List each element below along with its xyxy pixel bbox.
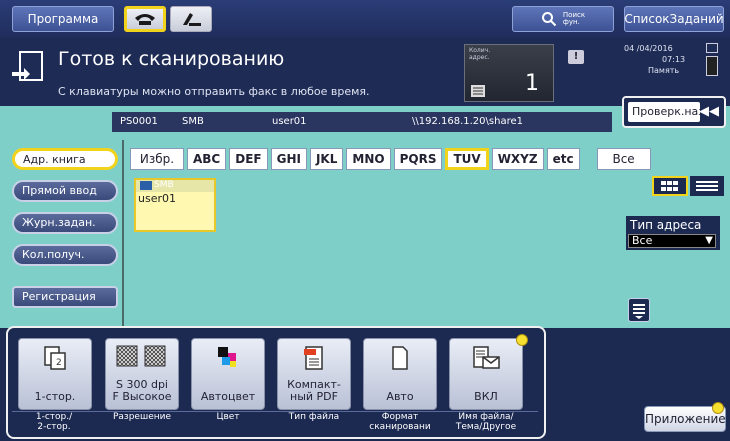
storage-icon <box>706 43 718 53</box>
scroll-menu-button[interactable] <box>628 298 650 322</box>
setting-scan-size[interactable]: Авто <box>363 338 437 410</box>
address-entry-type: SMB <box>154 180 174 190</box>
address-entry-header: SMB <box>136 180 214 192</box>
address-entry-name: user01 <box>138 192 176 205</box>
status-date: 04 /04/2016 <box>624 44 673 53</box>
setting-file-name[interactable]: ВКЛ <box>449 338 523 410</box>
destination-counter: Колич. адрес. 1 <box>464 44 554 102</box>
memory-label: Память <box>648 66 680 75</box>
index-favorites[interactable]: Избр. <box>130 148 184 170</box>
single-sided-icon: 2 <box>44 346 66 370</box>
address-type-select[interactable]: Все ▼ <box>628 234 716 248</box>
counter-label: Колич. адрес. <box>469 47 490 61</box>
email-document-icon <box>473 346 500 369</box>
destination-user: user01 <box>272 116 307 127</box>
setting-color-value: Автоцвет <box>200 390 256 403</box>
setting-color[interactable]: Автоцвет <box>191 338 265 410</box>
counter-label-line1: Колич. <box>469 47 491 54</box>
caption-file-name: Имя файла/ Тема/Другое <box>455 412 517 432</box>
caption-color: Цвет <box>216 412 240 422</box>
setting-scan-size-value: Авто <box>386 390 414 403</box>
svg-text:2: 2 <box>56 358 62 368</box>
search-label: Поиск фун. <box>563 12 585 26</box>
search-function-button[interactable]: Поиск фун. <box>512 6 614 32</box>
caption-scan-size: Формат сканировани <box>369 412 431 432</box>
index-etc[interactable]: etc <box>546 148 580 170</box>
check-destination-label: Проверк.назн. <box>628 102 700 122</box>
status-time: 07:13 <box>662 55 686 64</box>
index-mno[interactable]: MNO <box>346 148 391 170</box>
search-label-line2: фун. <box>562 18 580 26</box>
status-header: Готов к сканированию С клавиатуры можно … <box>0 38 730 106</box>
counter-label-line2: адрес. <box>469 54 490 61</box>
memory-gauge <box>706 56 718 76</box>
index-jkl[interactable]: JKL <box>309 148 344 170</box>
check-destination-button[interactable]: Проверк.назн. ◀◀ <box>622 96 726 128</box>
setting-sides[interactable]: 2 1-стор. <box>18 338 92 410</box>
status-subtitle: С клавиатуры можно отправить факс в любо… <box>58 85 370 98</box>
computer-icon <box>140 181 152 190</box>
grid-view-icon <box>661 181 678 191</box>
grid-view-button[interactable] <box>652 176 688 196</box>
setting-resolution[interactable]: S 300 dpi F Высокое <box>105 338 179 410</box>
setting-file-type-value: Компакт- ный PDF <box>287 378 341 403</box>
scan-document-icon <box>12 51 43 81</box>
status-title: Готов к сканированию <box>58 48 285 70</box>
fax-handset-icon <box>183 13 201 26</box>
setting-file-type[interactable]: Компакт- ный PDF <box>277 338 351 410</box>
setting-sides-value: 1-стор. <box>34 390 76 403</box>
phone-icon <box>135 14 155 25</box>
address-type-value: Все <box>632 234 653 247</box>
setting-file-name-value: ВКЛ <box>474 390 498 403</box>
index-tuv[interactable]: TUV <box>445 148 489 170</box>
resolution-icon <box>116 345 166 367</box>
destination-id: PS0001 <box>120 116 158 127</box>
color-icon <box>218 347 236 367</box>
caption-sides-text: 1-стор./ 2-стор. <box>35 412 73 432</box>
top-bar: Программа Поиск фун. СписокЗаданий <box>0 0 730 38</box>
list-view-icon <box>696 181 718 191</box>
fax-mode-button[interactable] <box>170 6 212 32</box>
index-abc[interactable]: ABC <box>187 148 227 170</box>
counter-value: 1 <box>525 71 539 96</box>
list-icon <box>471 85 485 97</box>
tab-direct-input[interactable]: Прямой ввод <box>12 180 118 202</box>
index-wxyz[interactable]: WXYZ <box>491 148 544 170</box>
tab-job-log[interactable]: Журн.задан. <box>12 212 118 234</box>
index-pqrs[interactable]: PQRS <box>393 148 443 170</box>
address-entry-card[interactable]: SMB user01 <box>134 178 216 232</box>
list-view-button[interactable] <box>690 176 724 196</box>
notification-dot <box>516 334 528 346</box>
search-icon <box>541 12 557 27</box>
job-list-button[interactable]: СписокЗаданий <box>624 6 724 32</box>
registration-button[interactable]: Регистрация <box>12 286 118 308</box>
pdf-file-icon <box>304 346 323 370</box>
index-def[interactable]: DEF <box>229 148 268 170</box>
address-type-filter: Тип адреса Все ▼ <box>626 216 720 250</box>
tab-recipient-count[interactable]: Кол.получ. <box>12 244 118 266</box>
chevron-down-icon: ▼ <box>705 235 713 246</box>
apps-notification-dot <box>712 402 724 414</box>
scan-fax-mode-button[interactable] <box>124 6 166 32</box>
address-type-label: Тип адреса <box>630 218 702 232</box>
destination-bar: PS0001 SMB user01 \\192.168.1.20\share1 <box>112 112 612 132</box>
setting-resolution-value: S 300 dpi F Высокое <box>112 378 172 403</box>
destination-type: SMB <box>182 116 204 127</box>
menu-lines-icon <box>633 304 645 319</box>
page-size-icon <box>392 346 408 370</box>
tab-address-book[interactable]: Адр. книга <box>12 148 118 170</box>
index-all[interactable]: Все <box>596 148 651 170</box>
caption-file-type: Тип файла <box>288 412 340 422</box>
warning-icon[interactable]: ! <box>568 50 584 64</box>
destination-path: \\192.168.1.20\share1 <box>412 116 523 127</box>
index-bar: Избр. ABC DEF GHI JKL MNO PQRS TUV WXYZ … <box>130 148 651 170</box>
caption-resolution: Разрешение <box>112 412 172 422</box>
collapse-icon[interactable]: ◀◀ <box>698 102 720 122</box>
index-ghi[interactable]: GHI <box>270 148 307 170</box>
caption-sides: 1-стор./ 2-стор. <box>14 412 94 432</box>
program-button[interactable]: Программа <box>12 6 114 32</box>
